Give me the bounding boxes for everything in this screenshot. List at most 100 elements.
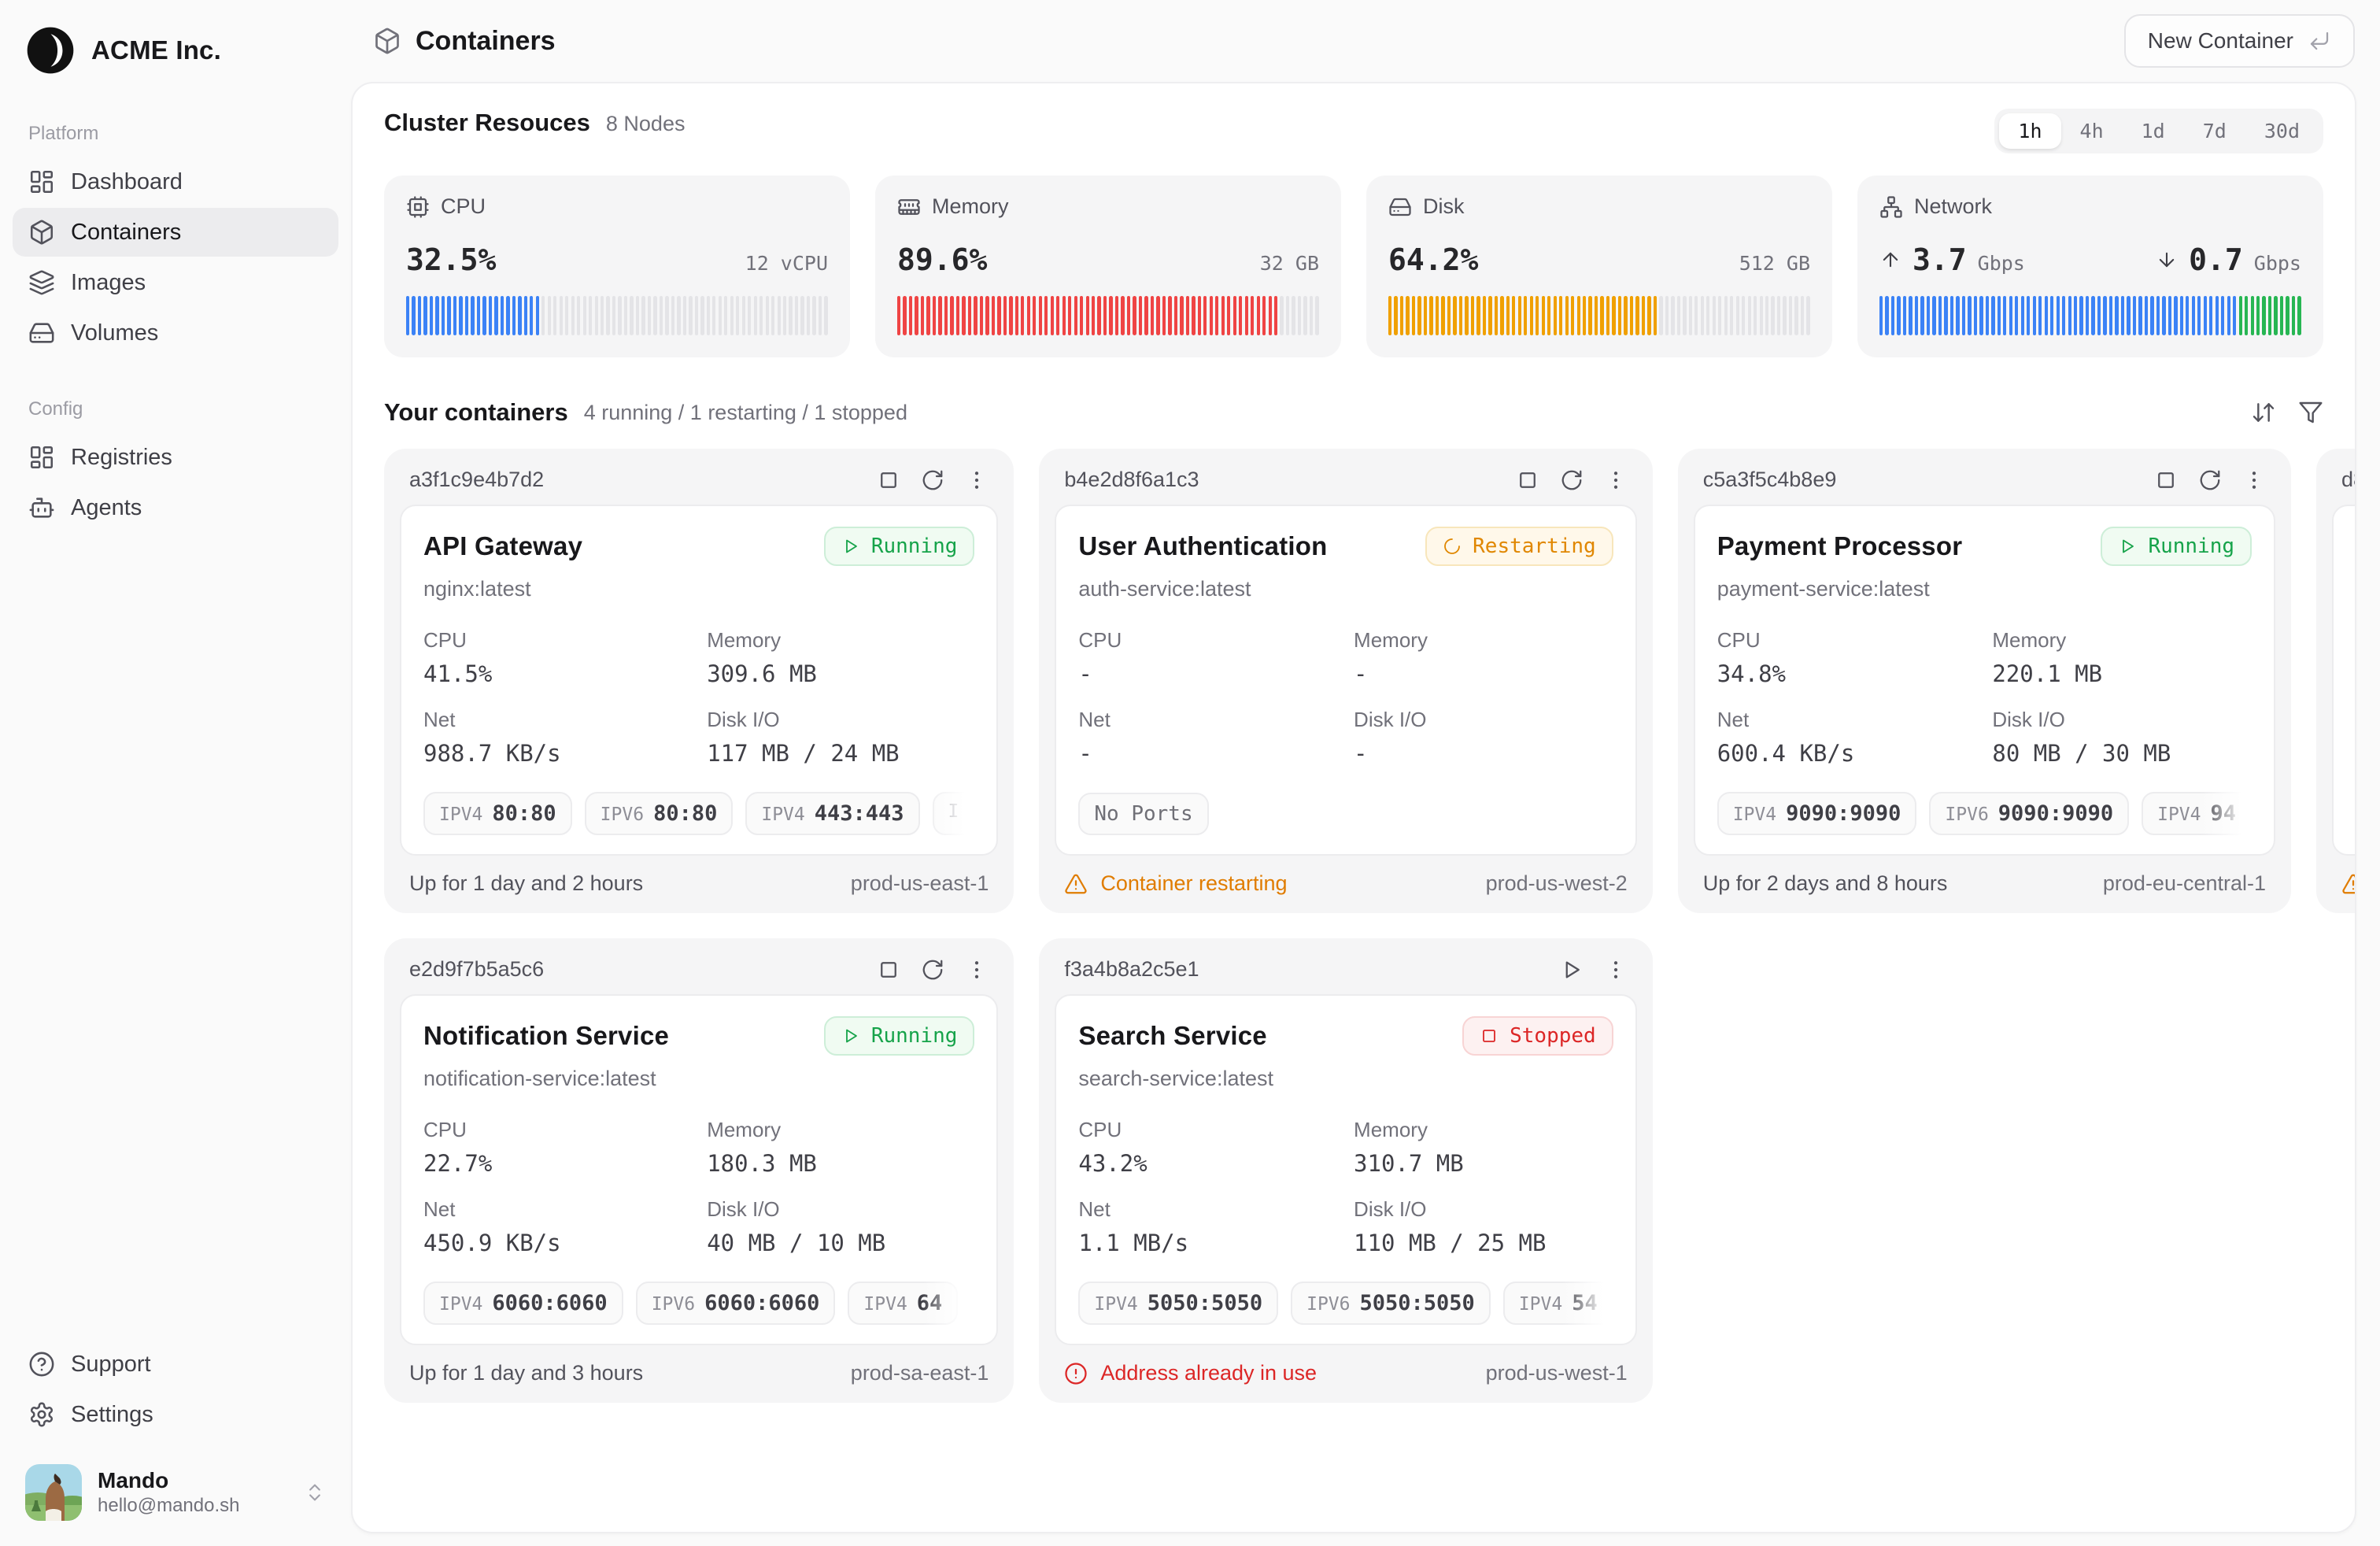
cluster-section-head: Cluster Resouces 8 Nodes 1h4h1d7d30d bbox=[384, 109, 2323, 153]
port-protocol: IPV4 bbox=[439, 804, 482, 825]
metric-value: - bbox=[1354, 660, 1613, 687]
sidebar-item-images[interactable]: Images bbox=[13, 258, 338, 307]
footer-message: Up for 1 day and 2 hours bbox=[409, 871, 643, 896]
port-protocol: IPV4 bbox=[1519, 1294, 1562, 1315]
restart-icon[interactable] bbox=[2198, 468, 2222, 492]
port-protocol: IPV6 bbox=[1945, 804, 1988, 825]
container-image: search-service:latest bbox=[1078, 1067, 1613, 1091]
port-protocol: IPV4 bbox=[863, 1294, 907, 1315]
sidebar-item-containers[interactable]: Containers bbox=[13, 208, 338, 257]
brand-logo-icon bbox=[25, 25, 76, 76]
container-image: notification-service:latest bbox=[423, 1067, 974, 1091]
new-container-label: New Container bbox=[2148, 28, 2293, 54]
sidebar-item-settings[interactable]: Settings bbox=[13, 1390, 338, 1439]
new-container-button[interactable]: New Container bbox=[2124, 14, 2355, 68]
kebab-menu-icon[interactable] bbox=[1604, 468, 1628, 492]
container-status-text: Container restarting bbox=[1064, 871, 1287, 896]
port-mapping: 5050:5050 bbox=[1359, 1291, 1474, 1315]
metric-label: Net bbox=[423, 708, 691, 732]
kebab-menu-icon[interactable] bbox=[965, 958, 989, 982]
metric-cpu: CPU34.8% bbox=[1717, 628, 1977, 687]
metric-disk: Disk I/O40 MB / 10 MB bbox=[707, 1197, 974, 1256]
play-icon bbox=[841, 537, 860, 556]
container-metrics: CPU43.2%Memory310.7 MBNet1.1 MB/sDisk I/… bbox=[1078, 1118, 1613, 1256]
metric-value: - bbox=[1078, 660, 1338, 687]
stop-icon[interactable] bbox=[2154, 468, 2178, 492]
port-chip: IPV69090:9090 bbox=[1929, 792, 2129, 835]
sidebar-item-support[interactable]: Support bbox=[13, 1340, 338, 1389]
container-id: b4e2d8f6a1c3 bbox=[1064, 468, 1199, 492]
sidebar-item-label: Registries bbox=[71, 445, 172, 471]
restart-icon[interactable] bbox=[921, 958, 944, 982]
port-protocol: IPV4 bbox=[439, 1294, 482, 1315]
port-protocol: IPV6 bbox=[652, 1294, 695, 1315]
sidebar-item-label: Images bbox=[71, 270, 146, 296]
status-label: Running bbox=[2148, 534, 2234, 558]
metric-label: Memory bbox=[1354, 628, 1613, 653]
container-id: f3a4b8a2c5e1 bbox=[1064, 957, 1199, 982]
container-card: c5a3f5c4b8e9Payment ProcessorRunningpaym… bbox=[1678, 449, 2291, 913]
play-icon[interactable] bbox=[1560, 958, 1584, 982]
restart-icon[interactable] bbox=[1560, 468, 1584, 492]
range-button-1d[interactable]: 1d bbox=[2123, 113, 2184, 149]
container-region: prod-eu-central-1 bbox=[2103, 871, 2266, 896]
container-metrics: CPU22.7%Memory180.3 MBNet450.9 KB/sDisk … bbox=[423, 1118, 974, 1256]
status-label: Running bbox=[871, 1024, 958, 1048]
stop-icon[interactable] bbox=[1516, 468, 1539, 492]
sidebar-item-volumes[interactable]: Volumes bbox=[13, 309, 338, 357]
container-name: API Gateway bbox=[423, 531, 582, 561]
filter-button[interactable] bbox=[2298, 400, 2323, 425]
brand[interactable]: ACME Inc. bbox=[0, 19, 351, 82]
user-name: Mando bbox=[98, 1468, 288, 1493]
metric-label: CPU bbox=[423, 1118, 691, 1142]
status-badge: Running bbox=[824, 527, 975, 566]
port-protocol: IPV4 bbox=[761, 804, 804, 825]
layers-icon bbox=[28, 269, 55, 296]
metric-values-row: 89.6%32 GB bbox=[897, 242, 1319, 277]
metric-label: Net bbox=[1717, 708, 1977, 732]
no-ports-label: No Ports bbox=[1094, 802, 1192, 826]
metric-disk: Disk I/O110 MB / 25 MB bbox=[1354, 1197, 1613, 1256]
container-status-text: Address already in use bbox=[1064, 1361, 1317, 1385]
port-chip: IPV65050:5050 bbox=[1291, 1282, 1491, 1325]
chevrons-up-down-icon bbox=[304, 1481, 326, 1503]
main: Containers New Container Cluster Resouce… bbox=[351, 0, 2380, 1546]
container-region: prod-us-east-1 bbox=[851, 871, 989, 896]
network-down-value: 0.7 bbox=[2189, 242, 2243, 277]
restart-icon[interactable] bbox=[921, 468, 944, 492]
metric-card-head: CPU bbox=[406, 194, 828, 219]
sidebar-item-registries[interactable]: Registries bbox=[13, 433, 338, 482]
stop-icon[interactable] bbox=[877, 468, 900, 492]
kebab-menu-icon[interactable] bbox=[965, 468, 989, 492]
metric-value: 41.5% bbox=[423, 660, 691, 687]
user-profile[interactable]: Mando hello@mando.sh bbox=[16, 1455, 335, 1530]
metric-label: Disk I/O bbox=[1992, 708, 2252, 732]
range-button-7d[interactable]: 7d bbox=[2184, 113, 2245, 149]
sidebar-item-dashboard[interactable]: Dashboard bbox=[13, 157, 338, 206]
sidebar-item-label: Support bbox=[71, 1352, 151, 1378]
range-button-4h[interactable]: 4h bbox=[2061, 113, 2123, 149]
container-card-body: API GatewayRunningnginx:latestCPU41.5%Me… bbox=[400, 505, 998, 856]
range-button-30d[interactable]: 30d bbox=[2245, 113, 2319, 149]
arrow-up-icon bbox=[1879, 249, 1901, 271]
port-protocol: IPV4 bbox=[2157, 804, 2201, 825]
container-card-head: a3f1c9e4b7d2 bbox=[400, 463, 998, 505]
container-ports: IPV49090:9090IPV69090:9090IPV494 bbox=[1717, 767, 2252, 835]
metric-net: Net1.1 MB/s bbox=[1078, 1197, 1338, 1256]
container-card: d8f4e8f1c7b4Data AnalyticsRunninganalyti… bbox=[2316, 449, 2356, 913]
kebab-menu-icon[interactable] bbox=[1604, 958, 1628, 982]
metric-label: Net bbox=[423, 1197, 691, 1222]
port-chip: IPV480:80 bbox=[423, 792, 572, 835]
footer-message: Address already in use bbox=[1100, 1361, 1317, 1385]
network-icon bbox=[1879, 195, 1903, 219]
sidebar-item-agents[interactable]: Agents bbox=[13, 483, 338, 532]
ports-fade-overlay bbox=[922, 767, 974, 835]
metric-value: 310.7 MB bbox=[1354, 1150, 1613, 1177]
kebab-menu-icon[interactable] bbox=[2242, 468, 2266, 492]
stop-icon[interactable] bbox=[877, 958, 900, 982]
metric-usage-bar bbox=[1388, 296, 1810, 335]
footer-message: Up for 2 days and 8 hours bbox=[1703, 871, 1948, 896]
container-name: Payment Processor bbox=[1717, 531, 1963, 561]
range-button-1h[interactable]: 1h bbox=[1999, 113, 2060, 149]
sort-button[interactable] bbox=[2251, 400, 2276, 425]
